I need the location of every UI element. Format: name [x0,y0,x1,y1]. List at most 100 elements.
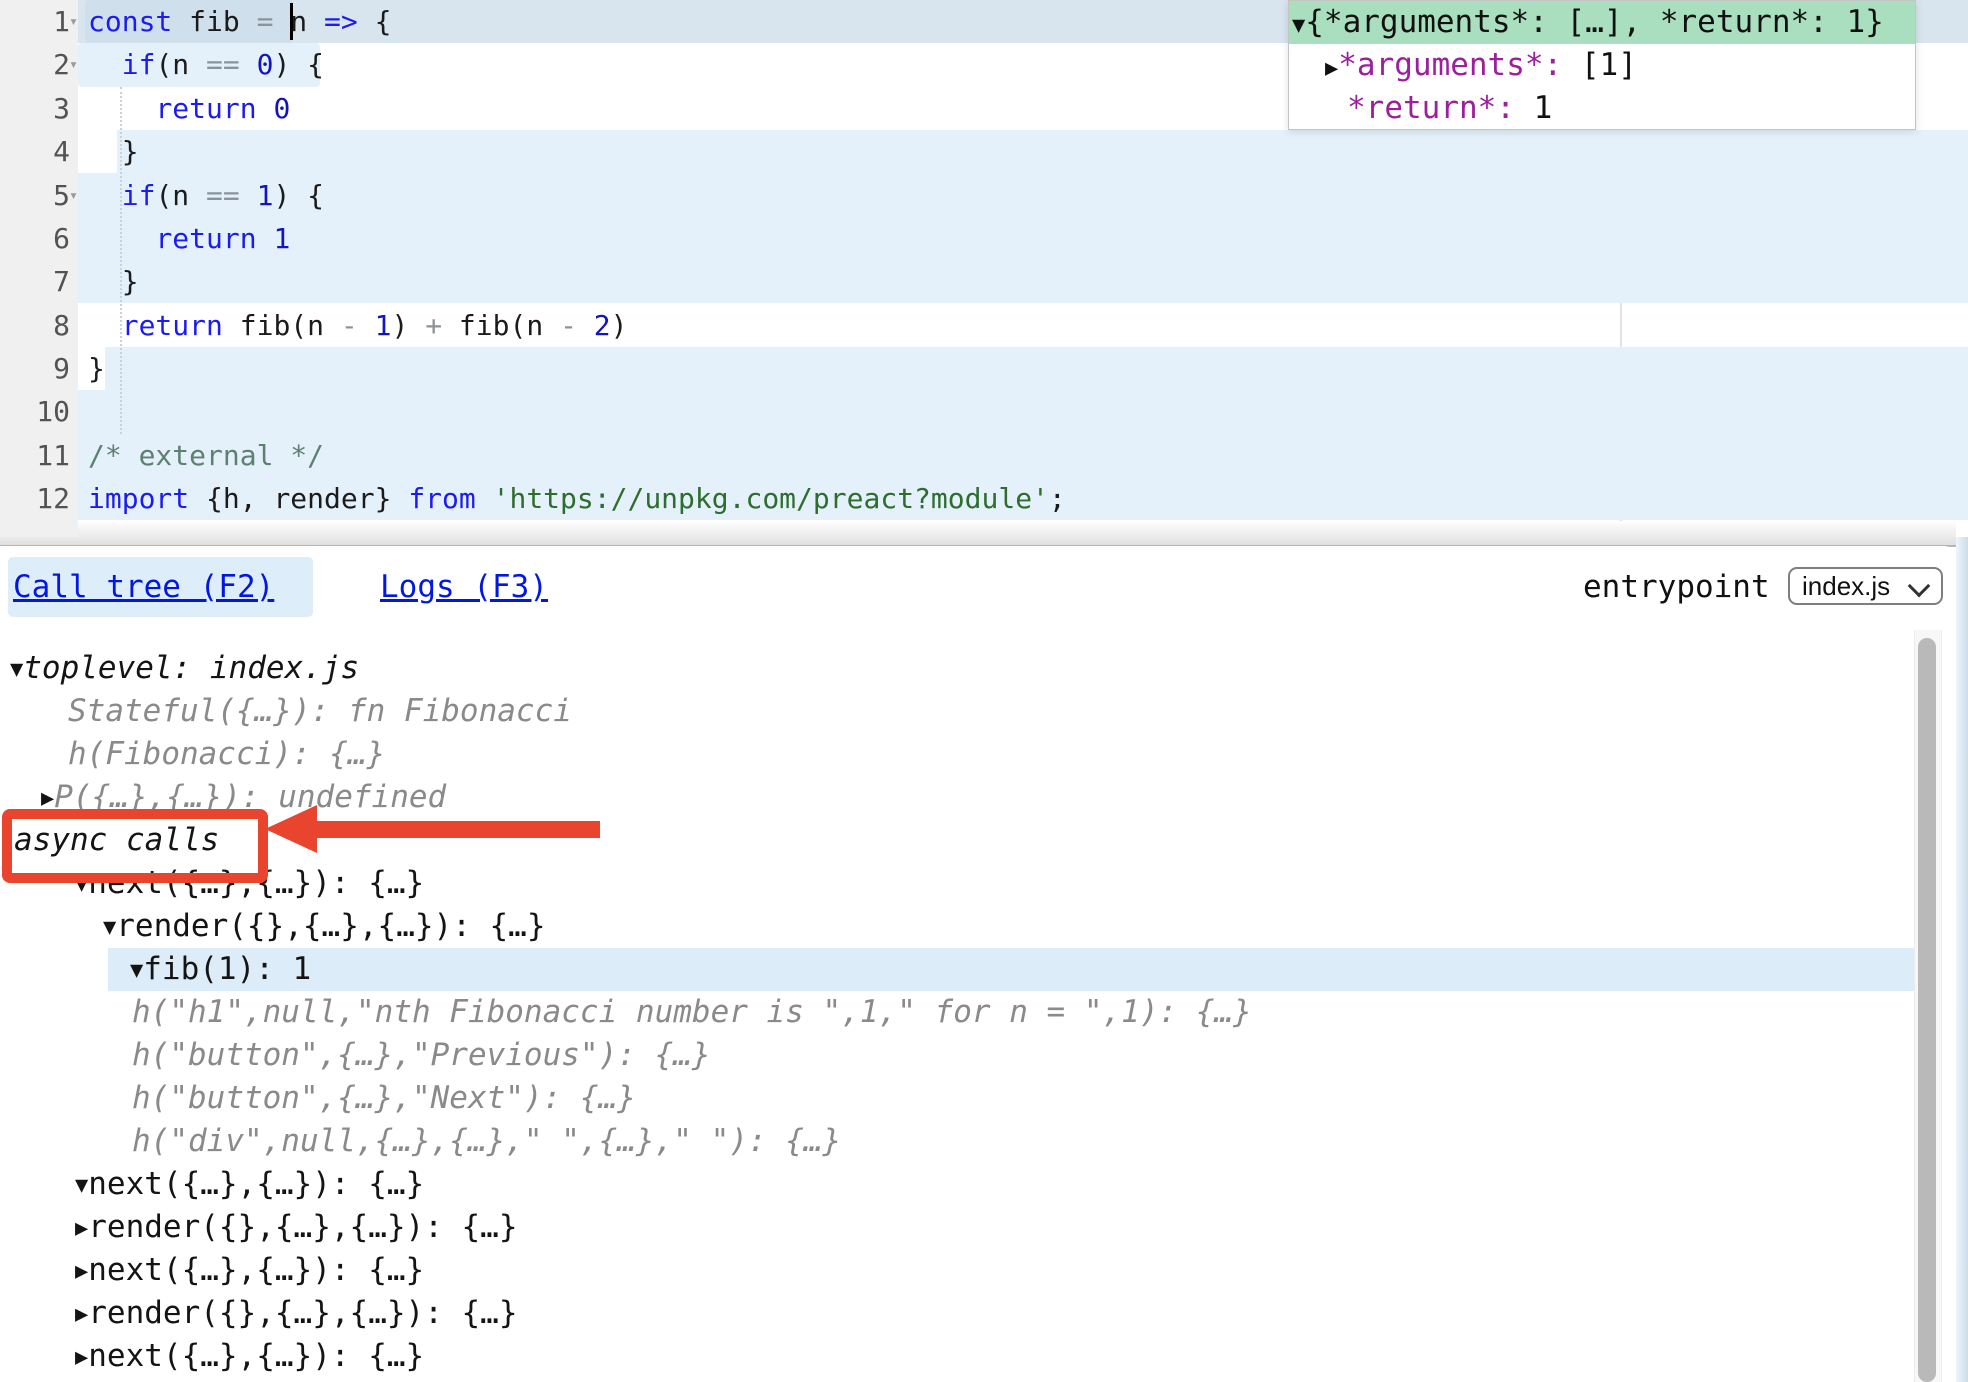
collapse-triangle-icon[interactable]: ▼ [103,915,116,940]
code-token [358,309,375,342]
code-token: => [324,5,358,38]
tree-row-h-button-previous[interactable]: h("button",{…},"Previous"): {…} [132,1034,711,1077]
tree-row-h-div[interactable]: h("div",null,{…},{…}," ",{…}," "): {…} [132,1120,841,1163]
tree-row-fib-selected[interactable]: ▼fib(1): 1 [130,948,311,991]
tree-row-next[interactable]: ▶next({…},{…}): {…} [75,1249,424,1292]
tree-row-label: next({…},{…}): {…} [88,1338,424,1374]
expand-triangle-icon[interactable]: ▶ [75,1216,88,1241]
code-token: 0 [273,92,290,125]
tree-row-render[interactable]: ▶render({},{…},{…}): {…} [75,1292,518,1335]
tab-call-tree[interactable]: Call tree (F2) [13,557,274,617]
code-token: const [88,5,172,38]
code-token: (n [155,179,206,212]
tree-row-next[interactable]: ▼next({…},{…}): {…} [75,1163,424,1206]
tree-row-label: h(Fibonacci): {…} [68,736,385,772]
scrollbar-thumb[interactable] [1918,638,1936,1382]
tree-row-render[interactable]: ▶render({},{…},{…}): {…} [75,1377,518,1382]
tree-row-h-button-next[interactable]: h("button",{…},"Next"): {…} [132,1077,636,1120]
inspector-value: 1 [1515,90,1552,126]
inspector-key: *return*: [1347,90,1515,126]
code-token: ; [1049,482,1066,515]
line-number[interactable]: 1 [0,0,70,43]
tree-row-toplevel[interactable]: ▼toplevel: index.js [10,647,359,690]
fold-arrow-icon[interactable]: ▾ [69,43,81,86]
line-number[interactable]: 8 [0,304,70,347]
tree-row-render[interactable]: ▼render({},{…},{…}): {…} [103,905,546,948]
chevron-down-icon [1908,575,1931,598]
tab-logs[interactable]: Logs (F3) [380,557,548,617]
line-number[interactable]: 7 [0,260,70,303]
line-number[interactable]: 10 [0,390,70,433]
tree-row-label: Stateful({…}): fn Fibonacci [68,693,572,729]
code-token: ) [391,309,425,342]
fold-arrow-icon[interactable]: ▾ [69,0,81,43]
fold-arrow-icon[interactable]: ▾ [69,174,81,217]
code-token: import [88,482,189,515]
expand-triangle-icon[interactable]: ▶ [75,1302,88,1327]
code-line-8[interactable]: return fib(n - 1) + fib(n - 2) [88,304,628,347]
editor-gutter[interactable]: 1 2 3 4 5 6 7 8 9 10 11 12 ▾ ▾ ▾ [0,0,78,537]
inspector-arguments-row[interactable]: ▶*arguments*: [1] [1289,44,1915,87]
line-number[interactable]: 11 [0,434,70,477]
tree-row-next[interactable]: ▶next({…},{…}): {…} [75,1335,424,1378]
collapse-triangle-icon[interactable]: ▼ [1292,13,1305,38]
expand-triangle-icon[interactable]: ▶ [75,1259,88,1284]
collapse-triangle-icon[interactable]: ▼ [130,958,143,983]
tree-row-h-fibonacci[interactable]: h(Fibonacci): {…} [68,733,385,776]
expand-triangle-icon[interactable]: ▶ [1325,56,1338,81]
inspector-header-row[interactable]: ▼{*arguments*: […], *return*: 1} [1289,1,1915,44]
code-token [88,92,155,125]
tree-row-label: h("div",null,{…},{…}," ",{…}," "): {…} [132,1123,841,1159]
code-line-12[interactable]: import {h, render} from 'https://unpkg.c… [88,477,1066,520]
tree-row-label: fib(1): 1 [143,951,311,987]
tree-row-stateful[interactable]: Stateful({…}): fn Fibonacci [68,690,572,733]
code-line-2[interactable]: if(n == 0) { [88,43,324,86]
code-string: 'https://unpkg.com/preact?module' [493,482,1049,515]
tree-row-label: next({…},{…}): {…} [88,1252,424,1288]
tree-row-label: render({},{…},{…}): {…} [88,1209,517,1245]
code-line-4[interactable]: } [88,130,139,173]
inspector-key: *arguments*: [1338,47,1562,83]
app-window: const fib = n => { if(n == 0) { return 0… [0,0,1968,1382]
code-token: 2 [594,309,611,342]
line-number[interactable]: 5 [0,174,70,217]
tree-row-label: toplevel: index.js [23,650,359,686]
code-comment: /* external */ [88,439,324,472]
line-number[interactable]: 12 [0,477,70,520]
collapse-triangle-icon[interactable]: ▼ [10,657,23,682]
code-token [88,48,122,81]
annotation-arrow-icon [265,805,317,853]
code-line-7[interactable]: } [88,260,139,303]
collapse-triangle-icon[interactable]: ▼ [75,1173,88,1198]
code-line-1[interactable]: const fib = n => { [88,0,391,43]
call-tree-panel: Call tree (F2) Logs (F3) entrypoint inde… [0,546,1956,1382]
line-number[interactable]: 3 [0,87,70,130]
entrypoint-select[interactable]: index.js [1788,567,1943,605]
expand-triangle-icon[interactable]: ▶ [75,1345,88,1370]
line-number[interactable]: 4 [0,130,70,173]
background-strip [1956,537,1968,1382]
tree-row-label: h("button",{…},"Previous"): {…} [132,1037,711,1073]
code-line-5[interactable]: if(n == 1) { [88,174,324,217]
tree-row-h-h1[interactable]: h("h1",null,"nth Fibonacci number is ",1… [132,991,1252,1034]
line-number[interactable]: 9 [0,347,70,390]
code-token: { [358,5,392,38]
line-number[interactable]: 2 [0,43,70,86]
value-inspector-popup: ▼{*arguments*: […], *return*: 1} ▶*argum… [1288,0,1916,130]
code-token: 1 [375,309,392,342]
inspector-header-text: {*arguments*: […], *return*: 1} [1305,4,1884,40]
inspector-return-row[interactable]: *return*: 1 [1289,87,1915,130]
code-token: ) { [273,179,324,212]
code-line-11[interactable]: /* external */ [88,434,324,477]
code-token: 1 [257,179,274,212]
code-token [577,309,594,342]
entrypoint-label: entrypoint [1583,557,1770,617]
code-line-9[interactable]: } [88,347,105,390]
code-line-3[interactable]: return 0 [88,87,290,130]
code-line-6[interactable]: return 1 [88,217,290,260]
code-token [88,309,122,342]
tree-row-render[interactable]: ▶render({},{…},{…}): {…} [75,1206,518,1249]
code-token: == [206,48,240,81]
line-number[interactable]: 6 [0,217,70,260]
expand-triangle-icon[interactable]: ▶ [41,786,54,811]
